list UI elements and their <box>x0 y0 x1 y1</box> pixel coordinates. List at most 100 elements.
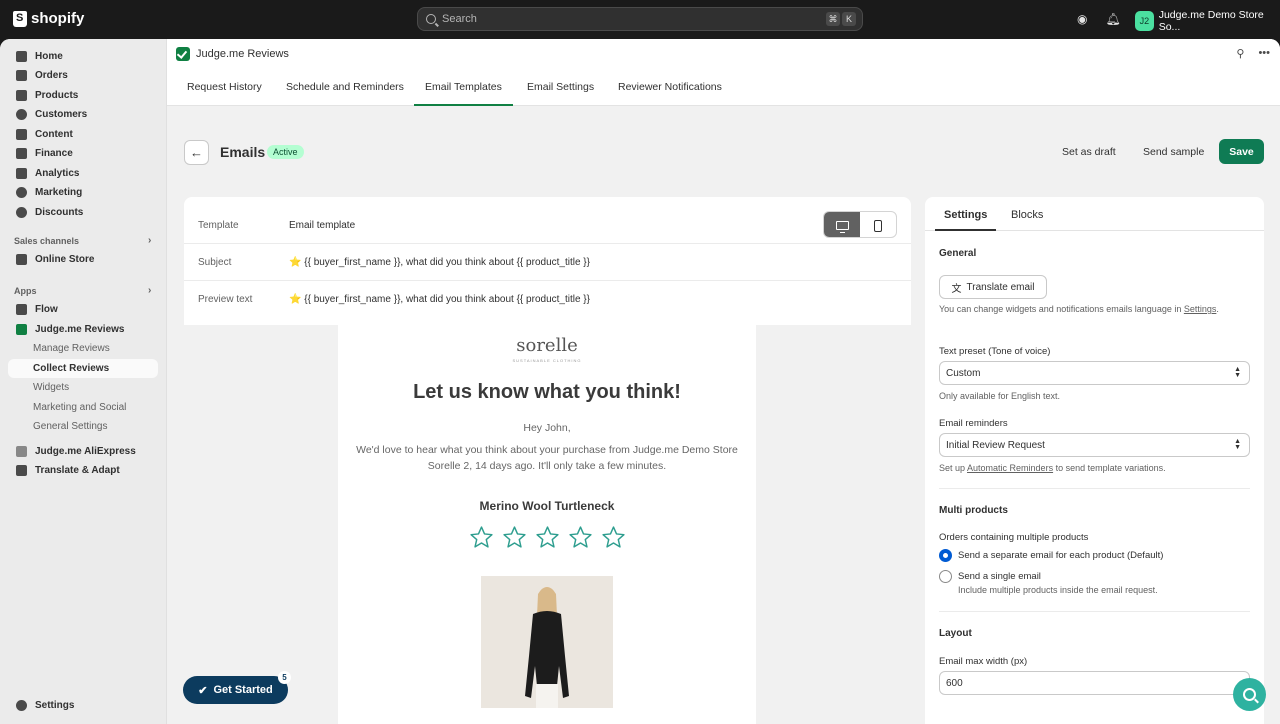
sidebar-item-discounts[interactable]: Discounts <box>8 203 158 222</box>
content-icon <box>16 129 27 140</box>
sales-channels-heading[interactable]: Sales channels › <box>14 235 151 246</box>
sidebar-item-general-settings[interactable]: General Settings <box>8 417 158 436</box>
radio-separate-email[interactable] <box>939 549 952 562</box>
tab-email-settings[interactable]: Email Settings <box>516 69 605 106</box>
star-icon[interactable] <box>502 525 527 550</box>
save-button[interactable]: Save <box>1219 139 1264 164</box>
sidebar-item-label: Judge.me AliExpress <box>35 446 136 457</box>
mobile-view-button[interactable] <box>860 212 896 237</box>
bell-icon[interactable]: 🔔︎ <box>1105 12 1120 26</box>
send-sample-button[interactable]: Send sample <box>1135 140 1212 165</box>
sidebar-item-manage-reviews[interactable]: Manage Reviews <box>8 339 158 358</box>
email-reminders-select[interactable]: Initial Review Request ▲ ▼ <box>939 433 1250 457</box>
store-menu[interactable]: J2 Judge.me Demo Store So... <box>1135 9 1280 33</box>
sidebar-item-flow[interactable]: Flow <box>8 300 158 319</box>
sidebar-item-home[interactable]: Home <box>8 47 158 66</box>
shopify-wordmark: shopify <box>31 10 85 27</box>
back-button[interactable]: ← <box>184 140 209 165</box>
apps-heading[interactable]: Apps › <box>14 285 151 296</box>
sidekick-icon[interactable]: ◉ <box>1077 12 1087 26</box>
status-badge: Active <box>267 145 304 159</box>
translate-email-button[interactable]: 文 Translate email <box>939 275 1047 299</box>
star-icon[interactable] <box>469 525 494 550</box>
shopify-logo[interactable]: shopify <box>13 10 84 27</box>
star-icon[interactable] <box>535 525 560 550</box>
sidebar-item-label: Home <box>35 51 63 62</box>
preview-text-label: Preview text <box>198 294 253 305</box>
tab-email-templates[interactable]: Email Templates <box>414 69 513 106</box>
sidebar-item-aliexpress[interactable]: Judge.me AliExpress <box>8 442 158 461</box>
sidebar-item-label: Orders <box>35 70 68 81</box>
sidebar-item-label: Marketing and Social <box>33 402 127 413</box>
text-preset-label: Text preset (Tone of voice) <box>939 346 1051 357</box>
sidebar-item-customers[interactable]: Customers <box>8 105 158 124</box>
shortcut-k-key: K <box>842 12 856 26</box>
sidebar-item-label: Judge.me Reviews <box>35 324 125 335</box>
sidebar-item-widgets[interactable]: Widgets <box>8 378 158 397</box>
subject-row[interactable]: Subject ⭐ {{ buyer_first_name }}, what d… <box>184 244 911 281</box>
template-label: Template <box>198 219 239 231</box>
max-width-input[interactable]: 600 <box>939 671 1250 695</box>
set-as-draft-button[interactable]: Set as draft <box>1054 140 1124 165</box>
star-icon[interactable] <box>568 525 593 550</box>
sidebar-item-analytics[interactable]: Analytics <box>8 164 158 183</box>
sidebar-item-settings[interactable]: Settings <box>8 696 158 715</box>
get-started-button[interactable]: ✔ Get Started <box>183 676 288 704</box>
store-icon <box>16 254 27 265</box>
reminders-help-prefix: Set up <box>939 463 968 473</box>
tab-schedule-reminders[interactable]: Schedule and Reminders <box>275 69 415 106</box>
page-title: Emails <box>220 144 266 160</box>
app-header: Judge.me Reviews ⚲ ••• <box>167 39 1280 69</box>
sidebar-item-marketing-social[interactable]: Marketing and Social <box>8 398 158 417</box>
desktop-view-button[interactable] <box>824 212 860 237</box>
support-chat-button[interactable] <box>1233 678 1266 711</box>
max-width-label: Email max width (px) <box>939 656 1028 667</box>
search-bar[interactable]: Search ⌘ K <box>417 7 863 31</box>
sidebar-item-online-store[interactable]: Online Store <box>8 250 158 269</box>
sidebar-item-marketing[interactable]: Marketing <box>8 183 158 202</box>
email-brand-logo: sorelle <box>516 335 578 356</box>
preview-text-value: ⭐ {{ buyer_first_name }}, what did you t… <box>289 294 590 305</box>
sidebar-item-content[interactable]: Content <box>8 125 158 144</box>
preview-text-row[interactable]: Preview text ⭐ {{ buyer_first_name }}, w… <box>184 281 911 318</box>
tab-reviewer-notifications[interactable]: Reviewer Notifications <box>607 69 733 106</box>
max-width-value: 600 <box>946 677 963 689</box>
sidebar-item-collect-reviews[interactable]: Collect Reviews <box>8 359 158 378</box>
section-label: Sales channels <box>14 236 80 246</box>
section-label: Apps <box>14 286 37 296</box>
star-icon[interactable] <box>601 525 626 550</box>
text-preset-select[interactable]: Custom ▲ ▼ <box>939 361 1250 385</box>
translate-help: You can change widgets and notifications… <box>939 304 1219 314</box>
sidebar-item-label: Analytics <box>35 168 80 179</box>
tab-blocks[interactable]: Blocks <box>1002 197 1052 231</box>
sidebar-item-finance[interactable]: Finance <box>8 144 158 163</box>
automatic-reminders-link[interactable]: Automatic Reminders <box>967 463 1053 473</box>
app-tabs: Request History Schedule and Reminders E… <box>167 69 1280 106</box>
flow-icon <box>16 304 27 315</box>
search-icon <box>1243 688 1256 701</box>
text-preset-value: Custom <box>946 367 981 379</box>
sidebar-item-orders[interactable]: Orders <box>8 66 158 85</box>
translate-icon: 文 <box>951 283 962 295</box>
email-editor-card: Template Email template Subject ⭐ {{ buy… <box>184 197 911 724</box>
reminders-help-suffix: to send template variations. <box>1053 463 1166 473</box>
settings-link[interactable]: Settings <box>1184 304 1217 314</box>
sidebar-item-label: Content <box>35 129 73 140</box>
get-started-count-badge: 5 <box>278 671 291 684</box>
subject-label: Subject <box>198 256 232 268</box>
sidebar-item-translate[interactable]: Translate & Adapt <box>8 461 158 480</box>
tab-settings[interactable]: Settings <box>935 197 997 231</box>
sidebar-item-label: Customers <box>35 109 88 120</box>
sidebar-item-label: Finance <box>35 148 73 159</box>
more-icon[interactable]: ••• <box>1258 47 1270 60</box>
person-icon <box>16 109 27 120</box>
sidebar-item-judgeme[interactable]: Judge.me Reviews <box>8 320 158 339</box>
sidebar: Home Orders Products Customers Content F… <box>0 39 167 724</box>
pin-icon[interactable]: ⚲ <box>1236 47 1244 60</box>
judgeme-icon <box>16 324 27 335</box>
sidebar-item-products[interactable]: Products <box>8 86 158 105</box>
radio-single-email[interactable] <box>939 570 952 583</box>
tab-request-history[interactable]: Request History <box>176 69 273 106</box>
main-content: Judge.me Reviews ⚲ ••• Request History S… <box>167 39 1280 724</box>
sidebar-item-label: Settings <box>35 700 75 711</box>
